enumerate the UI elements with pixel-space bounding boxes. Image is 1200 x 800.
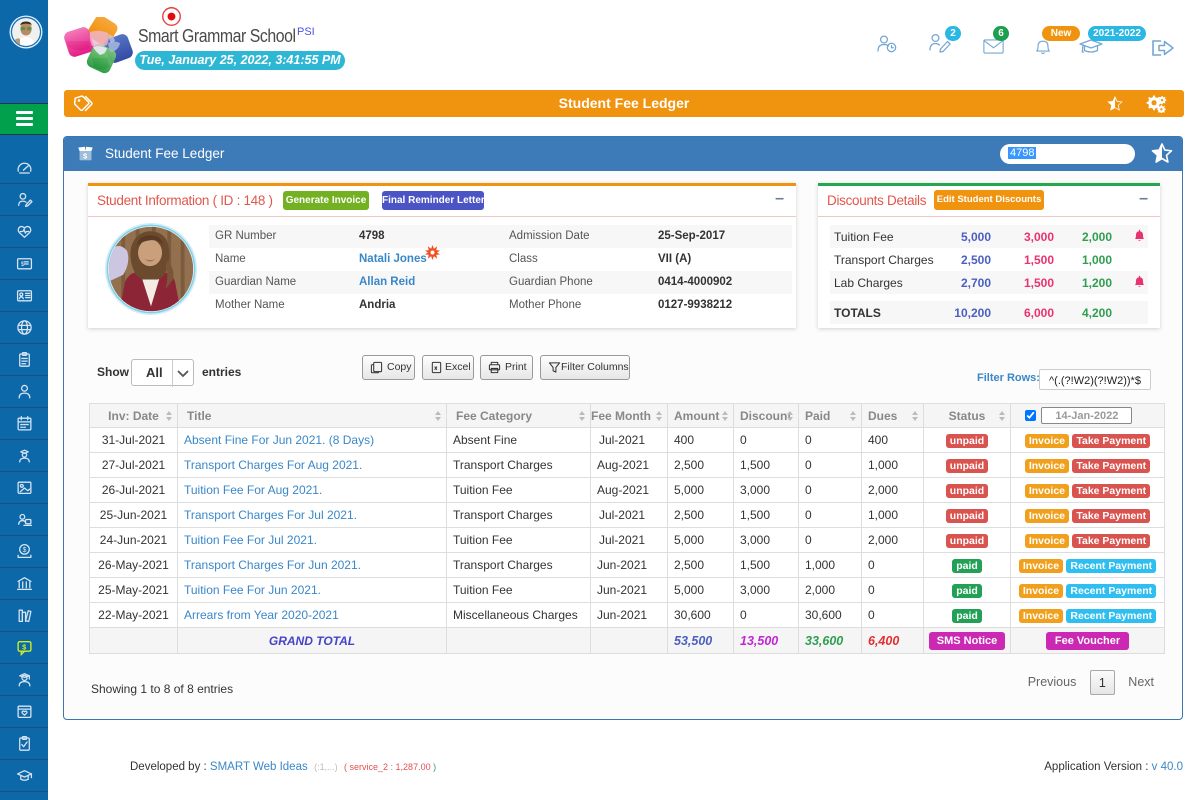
svg-text:$: $ — [22, 547, 26, 554]
svg-text:$: $ — [22, 642, 27, 651]
svg-text:$: $ — [83, 152, 88, 161]
